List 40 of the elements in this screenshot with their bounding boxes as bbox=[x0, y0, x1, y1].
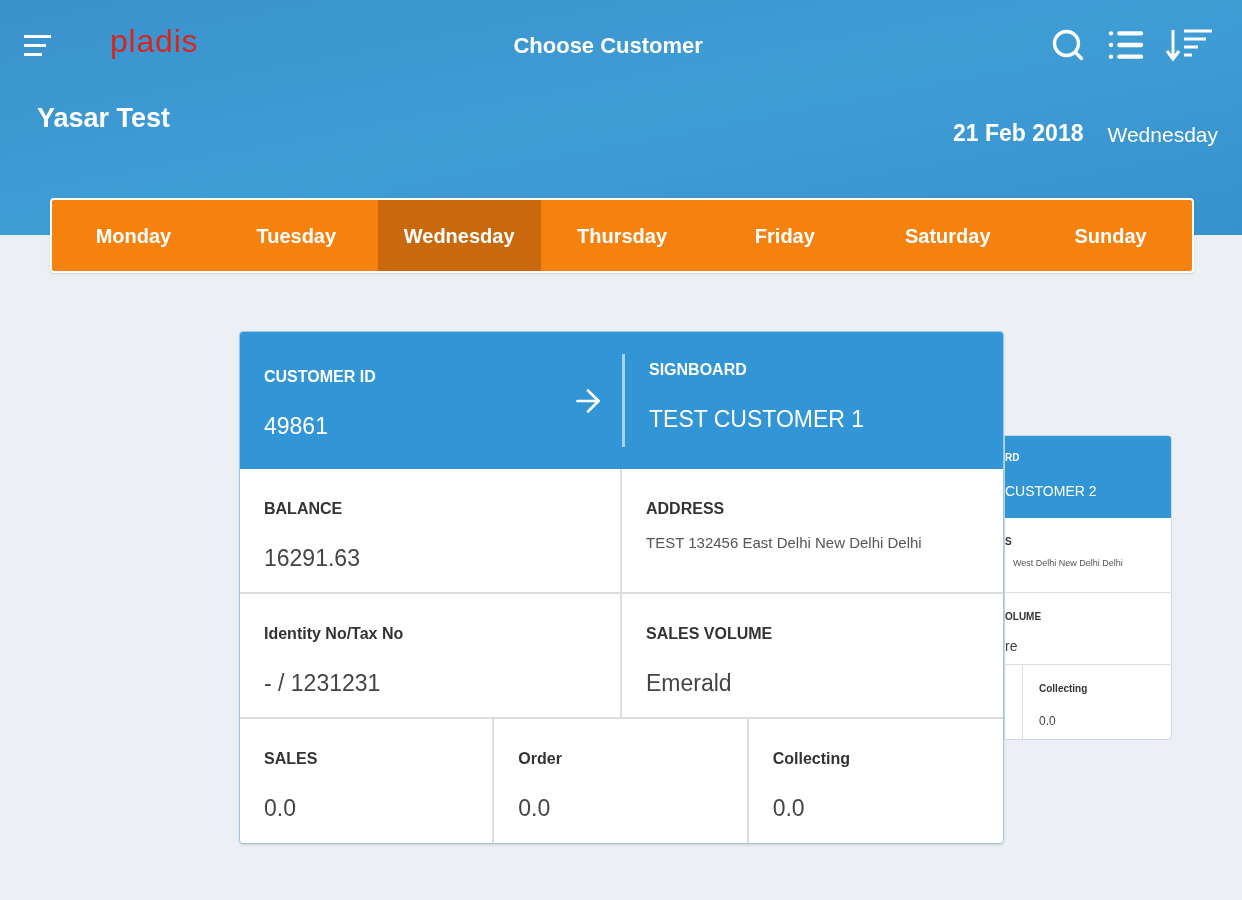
weekday: Wednesday bbox=[1107, 121, 1218, 148]
day-tab[interactable]: Monday bbox=[52, 200, 215, 271]
field-value: TEST 132456 East Delhi New Delhi Delhi bbox=[646, 533, 923, 553]
field-label: BALANCE bbox=[264, 499, 344, 519]
field-value: 0.0 bbox=[1039, 713, 1057, 730]
day-tab[interactable]: Friday bbox=[703, 200, 867, 271]
search-icon[interactable] bbox=[1050, 27, 1086, 63]
field-value: 16291.63 bbox=[264, 544, 361, 573]
field-label: SIGNBOARD bbox=[649, 360, 748, 380]
field-label: SALES VOLUME bbox=[646, 624, 773, 644]
field-label: ADDRESS bbox=[646, 499, 726, 519]
user-name: Yasar Test bbox=[37, 101, 171, 135]
page-title: Choose Customer bbox=[513, 31, 703, 60]
field-label: Order bbox=[518, 749, 563, 769]
day-tab[interactable]: Tuesday bbox=[214, 200, 378, 271]
day-tab[interactable]: Sunday bbox=[1029, 200, 1192, 271]
brand-logo: pladis bbox=[110, 25, 199, 57]
field-value: re bbox=[1005, 637, 1019, 656]
day-tab[interactable]: Thursday bbox=[540, 200, 704, 271]
field-value: TEST CUSTOMER 1 bbox=[649, 405, 865, 434]
field-value: 0.0 bbox=[772, 794, 806, 823]
field-value: West Delhi New Delhi Delhi bbox=[1012, 557, 1124, 570]
field-value: 0.0 bbox=[264, 794, 297, 823]
field-label: Collecting bbox=[772, 749, 851, 769]
field-label: RD bbox=[1005, 451, 1021, 465]
day-tab[interactable]: Wednesday bbox=[377, 200, 541, 271]
field-label: Collecting bbox=[1039, 682, 1088, 696]
sort-icon[interactable] bbox=[1166, 27, 1214, 63]
field-label: CUSTOMER ID bbox=[264, 367, 376, 388]
field-value: 0.0 bbox=[518, 794, 552, 823]
field-value: Emerald bbox=[646, 669, 733, 698]
field-value: 49861 bbox=[264, 412, 329, 442]
field-label: S bbox=[1005, 535, 1013, 549]
day-tab[interactable]: Saturday bbox=[866, 200, 1030, 271]
field-label: OLUME bbox=[1005, 610, 1043, 624]
field-value: CUSTOMER 2 bbox=[1005, 482, 1098, 501]
field-value: - / 1231231 bbox=[264, 669, 382, 698]
field-label: SALES bbox=[264, 749, 319, 769]
date: 21 Feb 2018 bbox=[953, 118, 1084, 148]
field-label: Identity No/Tax No bbox=[264, 624, 405, 644]
